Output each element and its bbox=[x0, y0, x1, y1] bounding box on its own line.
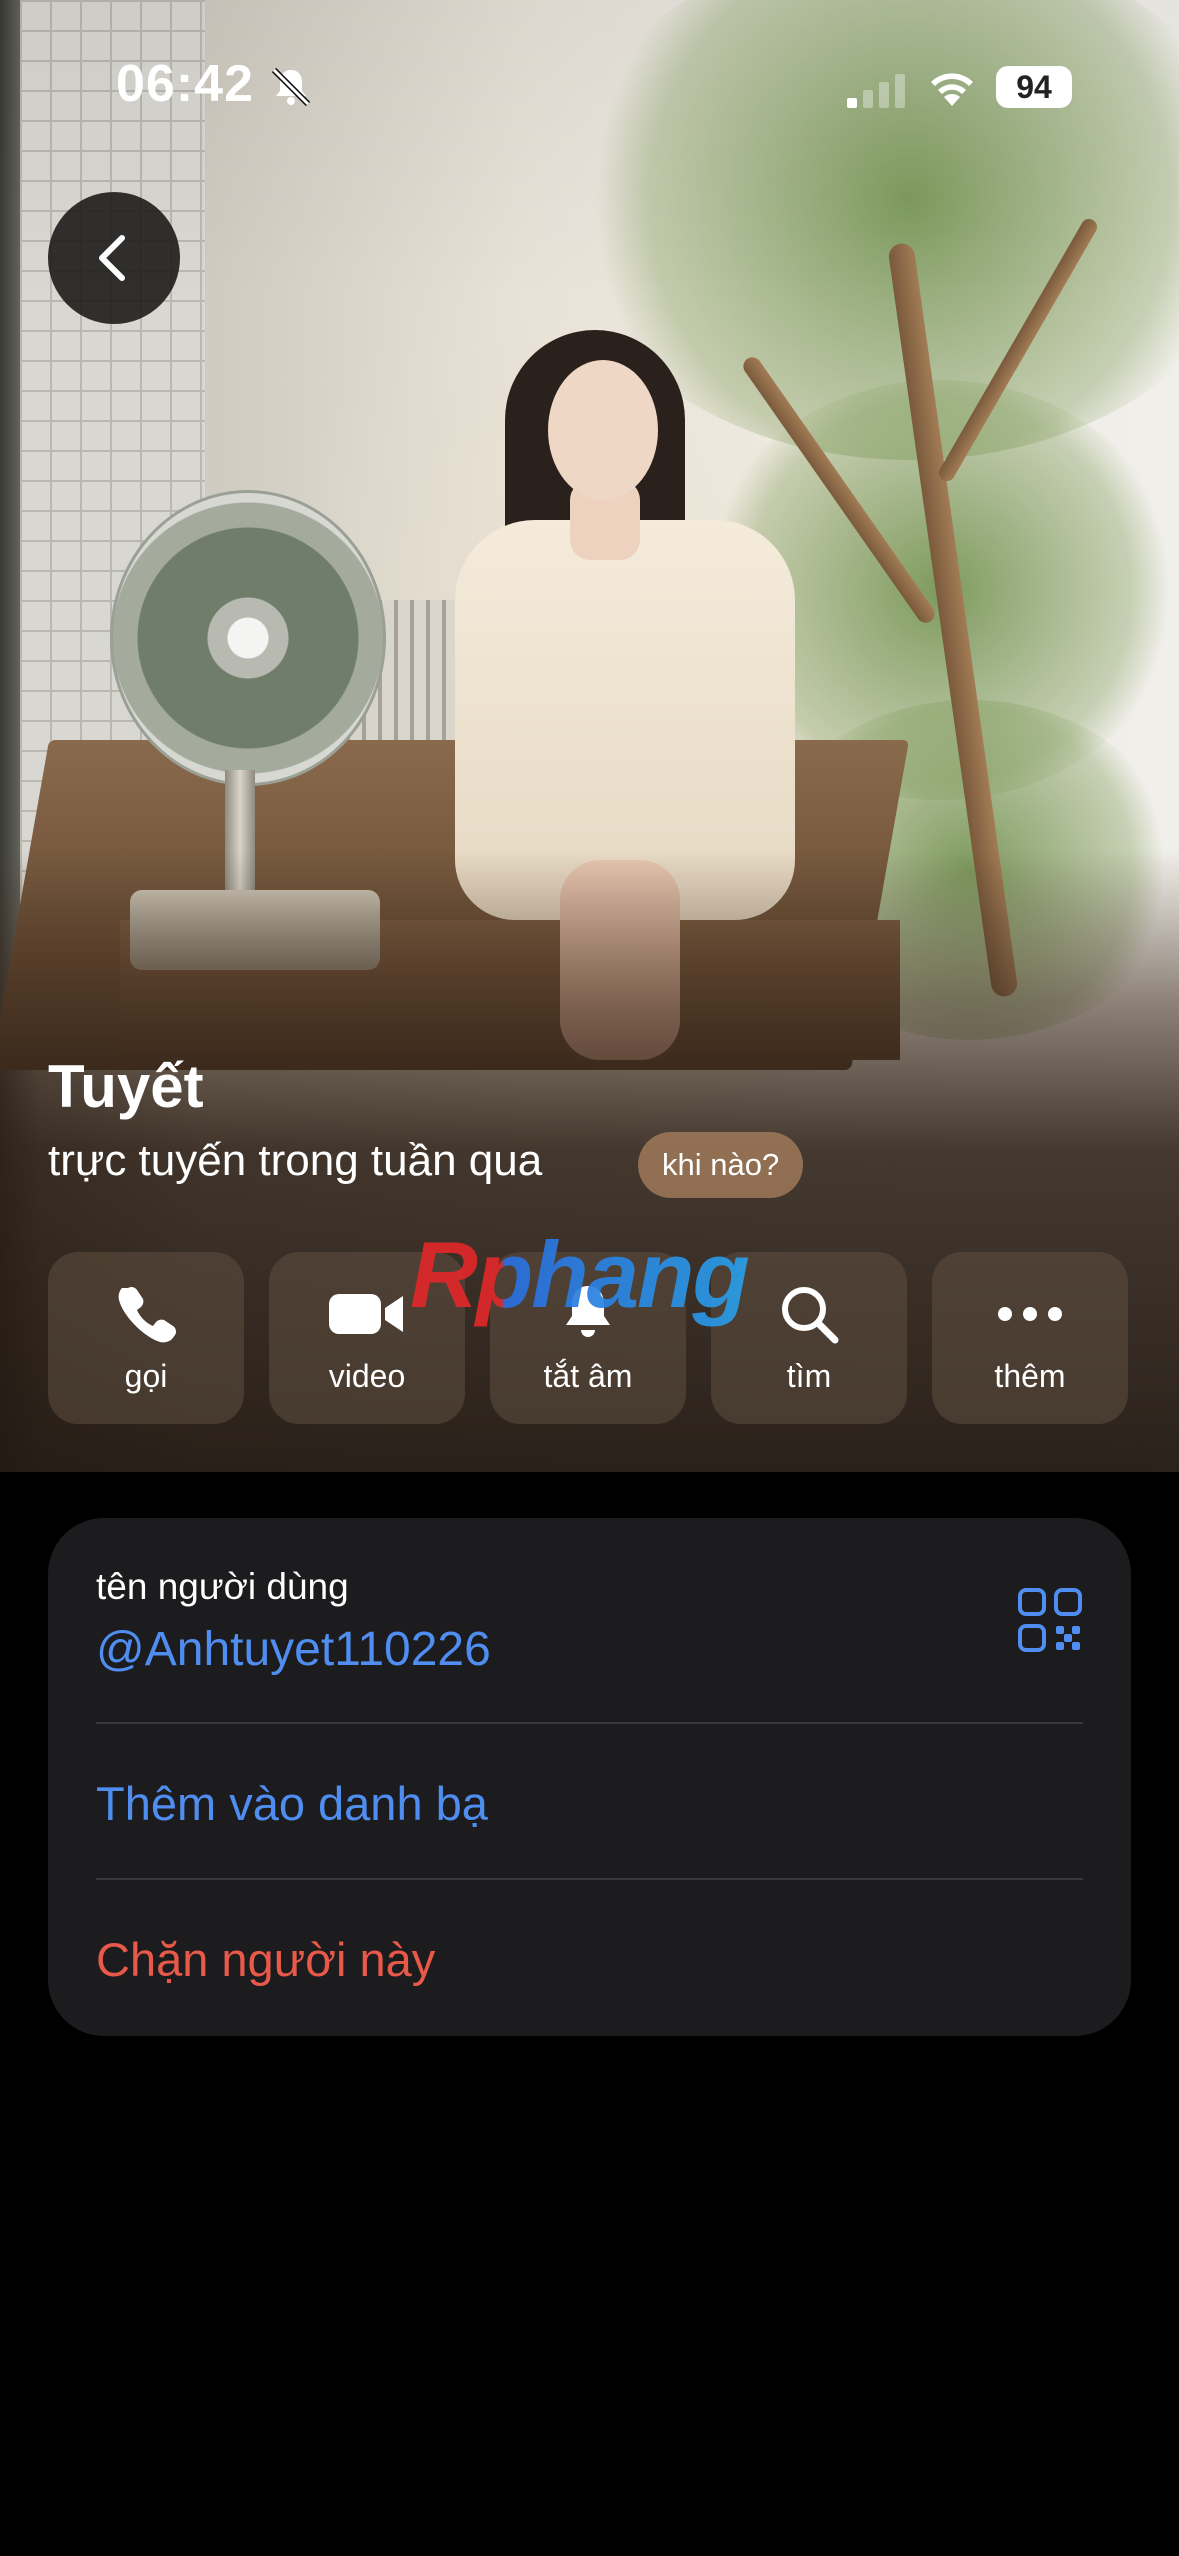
when-button[interactable]: khi nào? bbox=[638, 1132, 804, 1198]
status-bar: 06:42 94 bbox=[0, 0, 1179, 170]
video-camera-icon bbox=[329, 1294, 403, 1334]
divider bbox=[96, 1722, 1083, 1724]
block-user-button[interactable]: Chặn người này bbox=[96, 1932, 435, 1987]
status-time: 06:42 bbox=[116, 55, 254, 113]
qr-code-icon[interactable] bbox=[1018, 1588, 1082, 1652]
more-button[interactable]: thêm bbox=[932, 1252, 1128, 1424]
username-value[interactable]: @Anhtuyet110226 bbox=[96, 1622, 491, 1677]
username-caption: tên người dùng bbox=[96, 1566, 349, 1607]
watermark-logo: Rphang bbox=[410, 1220, 790, 1330]
divider bbox=[96, 1878, 1083, 1880]
call-button[interactable]: gọi bbox=[48, 1252, 244, 1424]
more-dots-icon bbox=[998, 1307, 1062, 1321]
video-label: video bbox=[328, 1358, 406, 1394]
wifi-icon bbox=[931, 73, 973, 106]
signal-icon bbox=[847, 74, 905, 108]
mute-label: tắt âm bbox=[543, 1358, 633, 1394]
chevron-left-icon bbox=[99, 235, 125, 281]
battery-level: 94 bbox=[996, 66, 1072, 108]
info-card: tên người dùng @Anhtuyet110226 Thêm vào … bbox=[48, 1518, 1131, 2036]
profile-name: Tuyết bbox=[48, 1053, 204, 1120]
back-button[interactable] bbox=[48, 192, 180, 324]
search-label: tìm bbox=[786, 1358, 832, 1394]
phone-icon bbox=[118, 1286, 177, 1343]
add-to-contacts-button[interactable]: Thêm vào danh bạ bbox=[96, 1776, 488, 1831]
more-label: thêm bbox=[994, 1358, 1066, 1394]
bell-slash-icon bbox=[271, 67, 311, 107]
last-seen-status: trực tuyến trong tuần qua bbox=[48, 1136, 543, 1185]
call-label: gọi bbox=[124, 1358, 168, 1394]
